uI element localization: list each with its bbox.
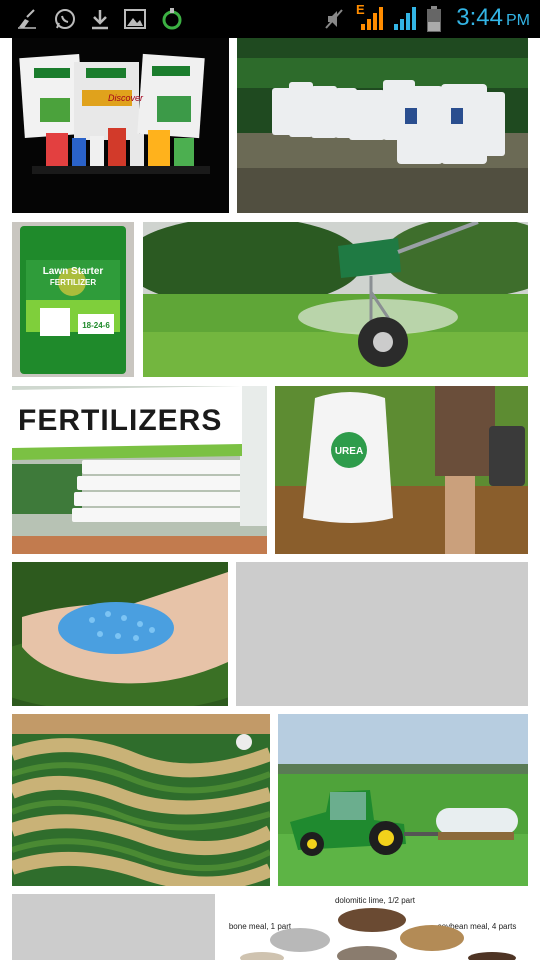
result-image-fertilizer-products[interactable]: Discover	[12, 38, 229, 213]
mute-icon	[322, 7, 346, 31]
clock-ampm: PM	[506, 12, 530, 29]
result-image-placeholder-2[interactable]	[12, 894, 215, 960]
result-image-contour-farmland[interactable]	[12, 714, 270, 886]
fertilizers-banner-text: FERTILIZERS	[18, 404, 222, 437]
signal-icon-2	[392, 4, 418, 32]
signal-icon: E	[356, 2, 386, 32]
cleaner-icon	[14, 7, 40, 31]
network-type-label: E	[356, 2, 365, 17]
result-image-lawn-starter-bag[interactable]: Lawn Starter FERTILIZER 18-24-6	[12, 222, 134, 377]
bag-npk-text: 18-24-6	[82, 321, 110, 330]
status-bar: E 3:44 PM	[0, 0, 540, 38]
battery-icon	[426, 5, 442, 33]
whatsapp-icon	[52, 7, 78, 31]
clock: 3:44 PM	[456, 4, 530, 32]
chart-label-bone-meal: bone meal, 1 part	[229, 922, 292, 931]
urea-label-text: UREA	[335, 446, 363, 457]
result-image-bulk-bags[interactable]	[237, 38, 528, 213]
chart-label-lime: dolomitic lime, 1/2 part	[335, 896, 416, 905]
battery-saver-icon	[160, 7, 184, 31]
product-brand-text: Discover	[108, 93, 144, 103]
result-image-soil-chart[interactable]: dolomitic lime, 1/2 part bone meal, 1 pa…	[222, 894, 528, 960]
result-image-tractor[interactable]	[278, 714, 528, 886]
result-image-fertilizers-banner[interactable]: FERTILIZERS	[12, 386, 267, 554]
bag-subtitle-text: FERTILIZER	[50, 278, 96, 287]
result-image-spreader[interactable]	[143, 222, 528, 377]
bag-title-text: Lawn Starter	[43, 266, 104, 277]
download-icon	[88, 7, 112, 31]
result-image-urea-bag[interactable]: UREA	[275, 386, 528, 554]
clock-time: 3:44	[456, 4, 503, 31]
result-image-placeholder[interactable]	[236, 562, 528, 706]
gallery-icon	[122, 7, 148, 31]
result-image-hand-granules[interactable]	[12, 562, 228, 706]
